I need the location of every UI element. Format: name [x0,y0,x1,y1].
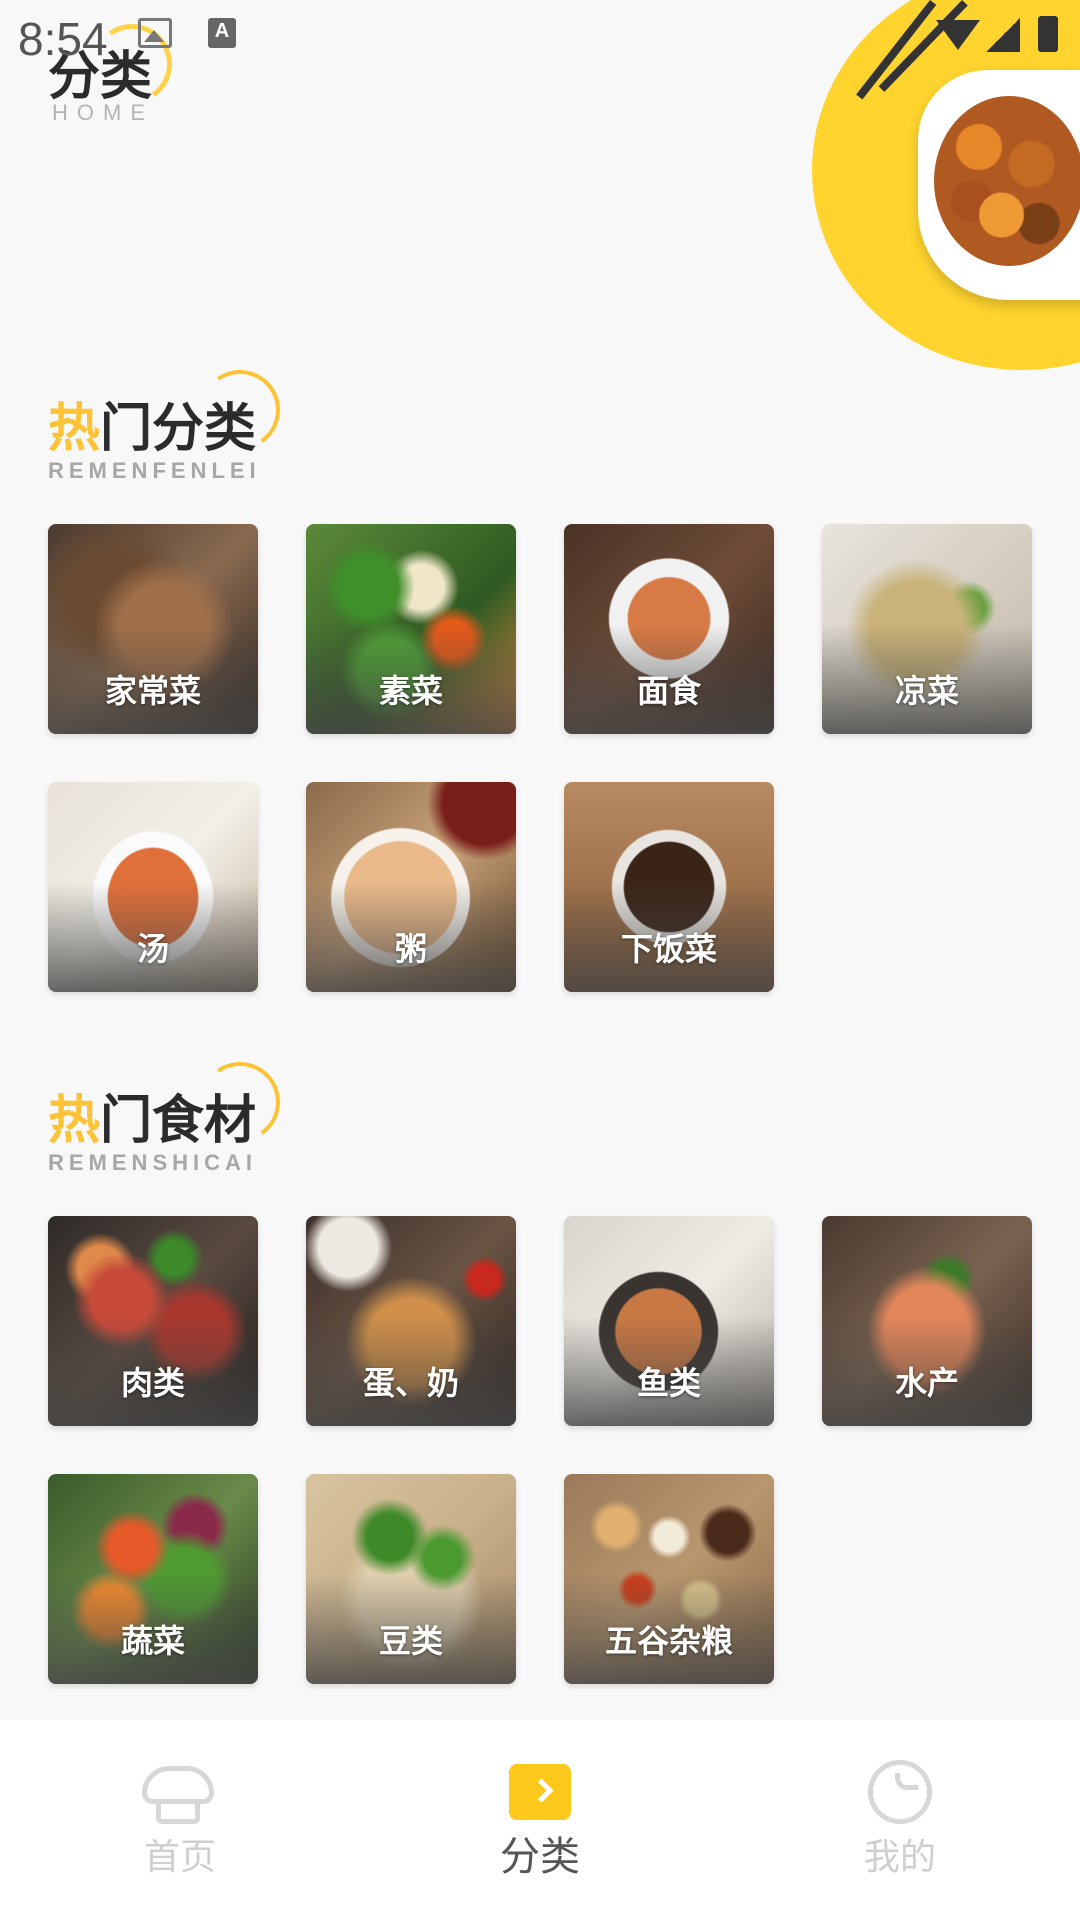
nav-label-mine: 我的 [863,1837,936,1878]
nav-label-category: 分类 [500,1834,580,1880]
chef-hat-icon [142,1766,214,1826]
section-title-rest: 门分类 [100,399,257,459]
category-tile-noodles[interactable]: 面食 [564,524,774,734]
tile-label: 凉菜 [894,672,959,710]
wifi-icon [936,20,980,50]
category-tile-soup[interactable]: 汤 [48,782,258,992]
tile-label: 蛋、奶 [362,1364,459,1402]
tile-label: 鱼类 [636,1364,701,1402]
ingredient-tile-vegetables[interactable]: 蔬菜 [48,1474,258,1684]
tile-label: 肉类 [120,1364,185,1402]
category-tile-cold-dishes[interactable]: 凉菜 [822,524,1032,734]
section-title-accent: 热 [48,399,101,459]
tile-label: 面食 [636,672,701,710]
tile-label: 水产 [894,1364,959,1402]
section-title-accent: 热 [48,1091,101,1151]
ingredient-tile-seafood[interactable]: 水产 [822,1216,1032,1426]
nav-label-home: 首页 [143,1837,216,1878]
section-subtitle: REMENSHICAI [48,1150,258,1175]
nav-mine[interactable]: 我的 [720,1720,1080,1920]
ingredient-tile-meat[interactable]: 肉类 [48,1216,258,1426]
tile-label: 家常菜 [104,672,201,710]
ingredient-tile-fish[interactable]: 鱼类 [564,1216,774,1426]
stew-food-image [934,96,1080,266]
text-notification-icon: A [208,18,236,48]
ingredient-tile-grains[interactable]: 五谷杂粮 [564,1474,774,1684]
image-notification-icon [138,18,172,48]
signal-icon [986,18,1020,52]
play-square-icon [509,1764,571,1820]
ingredient-tile-eggs-dairy[interactable]: 蛋、奶 [306,1216,516,1426]
tile-label: 豆类 [378,1622,443,1660]
bottom-navigation: 首页 分类 我的 [0,1720,1080,1920]
tile-label: 下饭菜 [620,930,717,968]
category-tile-rice-dishes[interactable]: 下饭菜 [564,782,774,992]
section-subtitle: REMENFENLEI [48,458,261,483]
tile-label: 蔬菜 [120,1622,185,1660]
tile-label: 汤 [136,930,169,968]
section-title-rest: 门食材 [100,1091,257,1151]
nav-category[interactable]: 分类 [360,1720,720,1920]
smile-face-icon [868,1760,932,1824]
status-bar: 8:54 A [0,0,1080,76]
section-title-popular-categories: 热门分类 [48,386,256,461]
category-tile-vegetarian[interactable]: 素菜 [306,524,516,734]
tile-label: 素菜 [378,672,443,710]
category-tile-home-cooking[interactable]: 家常菜 [48,524,258,734]
tile-label: 粥 [394,930,427,968]
category-tile-porridge[interactable]: 粥 [306,782,516,992]
category-page: 8:54 A 分类 HOME 热门分类 REMENFENLEI 家常菜 素菜 面… [0,0,1080,1920]
tile-label: 五谷杂粮 [604,1622,733,1660]
section-title-popular-ingredients: 热门食材 [48,1078,256,1153]
status-time: 8:54 [18,13,108,65]
ingredient-tile-beans[interactable]: 豆类 [306,1474,516,1684]
battery-icon [1038,16,1058,52]
nav-home[interactable]: 首页 [0,1720,360,1920]
